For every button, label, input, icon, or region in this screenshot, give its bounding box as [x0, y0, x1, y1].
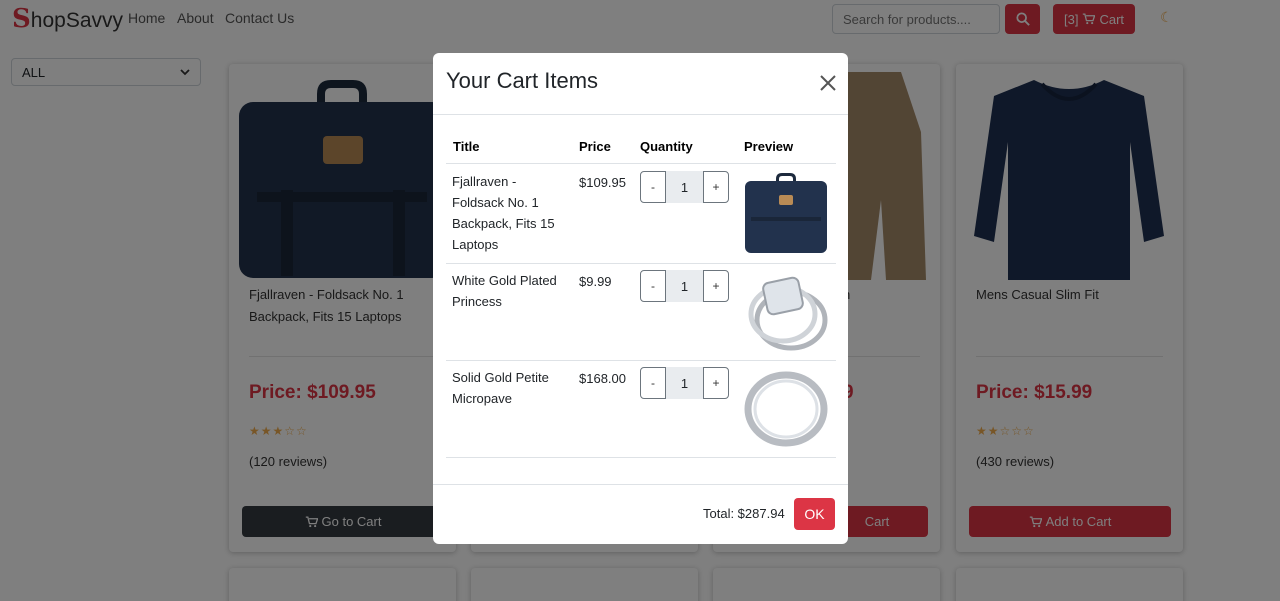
decrease-quantity-button[interactable]: - [640, 367, 666, 399]
backpack-thumbnail [745, 173, 827, 253]
increase-quantity-button[interactable]: + [703, 270, 729, 302]
cart-item-price: $9.99 [579, 274, 612, 289]
cart-total: Total: $287.94 [703, 506, 785, 521]
column-header-preview: Preview [744, 139, 794, 154]
cart-modal: Your Cart Items Title Price Quantity Pre… [433, 53, 848, 544]
row-divider [446, 457, 836, 458]
column-header-quantity: Quantity [640, 139, 693, 154]
quantity-stepper: - 1 + [640, 367, 731, 399]
ring-thumbnail [748, 276, 828, 351]
column-header-price: Price [579, 139, 611, 154]
close-icon[interactable] [818, 73, 838, 93]
ok-button[interactable]: OK [794, 498, 835, 530]
quantity-value: 1 [666, 367, 703, 399]
cart-item-title: Solid Gold Petite Micropave [452, 370, 549, 406]
cart-item-title: White Gold Plated Princess [452, 273, 557, 309]
cart-item-price: $109.95 [579, 175, 626, 190]
column-header-title: Title [453, 139, 480, 154]
modal-title: Your Cart Items [446, 68, 599, 93]
modal-footer-divider [433, 484, 848, 485]
row-divider [446, 263, 836, 264]
row-divider [446, 163, 836, 164]
modal-header: Your Cart Items [433, 53, 848, 115]
cart-item-price: $168.00 [579, 371, 626, 386]
increase-quantity-button[interactable]: + [703, 171, 729, 203]
increase-quantity-button[interactable]: + [703, 367, 729, 399]
decrease-quantity-button[interactable]: - [640, 270, 666, 302]
cart-item-title: Fjallraven - Foldsack No. 1 Backpack, Fi… [452, 174, 555, 252]
quantity-value: 1 [666, 171, 703, 203]
quantity-stepper: - 1 + [640, 171, 731, 203]
row-divider [446, 360, 836, 361]
quantity-value: 1 [666, 270, 703, 302]
quantity-stepper: - 1 + [640, 270, 731, 302]
ring-thumbnail [744, 371, 828, 447]
decrease-quantity-button[interactable]: - [640, 171, 666, 203]
